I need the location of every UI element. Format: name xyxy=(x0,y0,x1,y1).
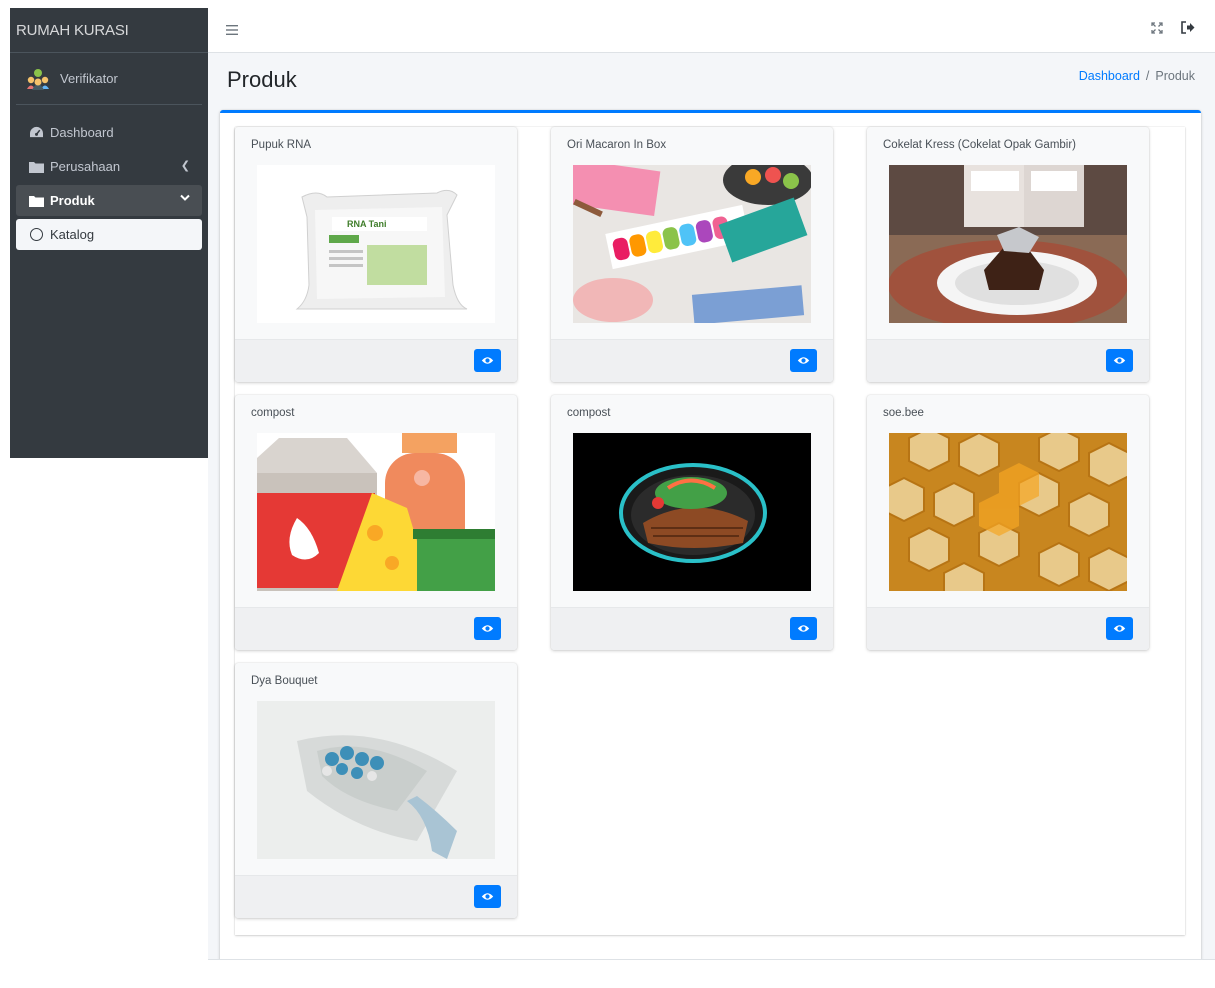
eye-icon xyxy=(481,625,494,632)
product-image-macaron-box xyxy=(573,165,811,323)
product-card: Cokelat Kress (Cokelat Opak Gambir) xyxy=(867,127,1149,382)
sidebar-item-perusahaan[interactable]: Perusahaan ❮ xyxy=(16,151,202,182)
sidebar-nav: Dashboard Perusahaan ❮ Produk Katalog xyxy=(10,117,208,250)
product-card-footer xyxy=(551,607,833,650)
page-title: Produk xyxy=(227,67,297,92)
product-card: Dya Bouquet xyxy=(235,663,517,918)
expand-icon[interactable] xyxy=(1151,22,1163,37)
sidebar-item-dashboard[interactable]: Dashboard xyxy=(16,117,202,148)
breadcrumb-separator: / xyxy=(1145,69,1150,83)
product-card: Pupuk RNA RNA Tani xyxy=(235,127,517,382)
user-name: Verifikator xyxy=(60,71,118,86)
sidebar-item-katalog[interactable]: Katalog xyxy=(16,219,202,250)
product-card: compost xyxy=(551,395,833,650)
brand-name: RUMAH KURASI xyxy=(16,21,129,39)
product-card: Ori Macaron In Box xyxy=(551,127,833,382)
main-sidebar: RUMAH KURASI Verifikator Dashboard Perus… xyxy=(10,8,208,458)
sidebar-item-label: Katalog xyxy=(50,227,95,242)
product-image-chocolate-cake xyxy=(889,165,1127,323)
product-title: Dya Bouquet xyxy=(251,675,318,687)
eye-icon xyxy=(797,357,810,364)
sidebar-item-label: Dashboard xyxy=(50,125,114,140)
product-card-container: Pupuk RNA RNA Tani Ori Macaron In Box Co… xyxy=(220,110,1201,980)
breadcrumb-current: Produk xyxy=(1155,69,1195,83)
view-product-button[interactable] xyxy=(790,617,817,640)
chevron-down-icon xyxy=(180,193,190,205)
product-image-flower-bouquet xyxy=(257,701,495,859)
breadcrumb-dashboard-link[interactable]: Dashboard xyxy=(1079,69,1140,83)
view-product-button[interactable] xyxy=(474,617,501,640)
product-title: compost xyxy=(567,407,611,419)
eye-icon xyxy=(1113,625,1126,632)
view-product-button[interactable] xyxy=(1106,617,1133,640)
sidebar-item-produk[interactable]: Produk xyxy=(16,185,202,216)
chevron-left-icon: ❮ xyxy=(180,160,190,172)
view-product-button[interactable] xyxy=(474,885,501,908)
view-product-button[interactable] xyxy=(790,349,817,372)
product-card-footer xyxy=(867,607,1149,650)
sign-out-icon[interactable] xyxy=(1181,21,1195,37)
svg-text:RNA Tani: RNA Tani xyxy=(347,219,387,229)
product-card-footer xyxy=(867,339,1149,382)
product-image-honeycomb-soap xyxy=(889,433,1127,591)
eye-icon xyxy=(481,357,494,364)
product-title: Pupuk RNA xyxy=(251,139,312,151)
view-product-button[interactable] xyxy=(1106,349,1133,372)
circle-outline-icon xyxy=(28,228,44,242)
product-image-grilled-meat-plate xyxy=(573,433,811,591)
product-title: compost xyxy=(251,407,295,419)
user-panel[interactable]: Verifikator xyxy=(16,53,202,105)
brand-link[interactable]: RUMAH KURASI xyxy=(10,8,208,53)
product-image-fertilizer-sack: RNA Tani xyxy=(257,165,495,323)
top-navbar xyxy=(208,8,1215,53)
view-product-button[interactable] xyxy=(474,349,501,372)
product-grid: Pupuk RNA RNA Tani Ori Macaron In Box Co… xyxy=(235,127,1185,935)
eye-icon xyxy=(481,893,494,900)
content-wrapper: Produk Dashboard / Produk Pupuk RNA RNA Ta… xyxy=(208,53,1215,988)
product-image-dairy-illustration xyxy=(257,433,495,591)
product-title: Cokelat Kress (Cokelat Opak Gambir) xyxy=(883,139,1077,151)
product-card: soe.bee xyxy=(867,395,1149,650)
product-card-footer xyxy=(235,339,517,382)
tachometer-icon xyxy=(28,126,44,140)
folder-icon xyxy=(28,194,44,208)
eye-icon xyxy=(797,625,810,632)
hamburger-icon[interactable] xyxy=(226,22,238,39)
main-footer xyxy=(208,959,1215,988)
product-card-footer xyxy=(235,875,517,918)
product-card-footer xyxy=(235,607,517,650)
sidebar-item-label: Perusahaan xyxy=(50,159,121,174)
product-card: compost xyxy=(235,395,517,650)
user-group-avatar-icon xyxy=(27,68,49,90)
folder-icon xyxy=(28,160,44,174)
breadcrumb: Dashboard / Produk xyxy=(1079,69,1195,83)
sidebar-item-label: Produk xyxy=(50,193,95,208)
eye-icon xyxy=(1113,357,1126,364)
product-card-footer xyxy=(551,339,833,382)
product-title: Ori Macaron In Box xyxy=(567,139,667,151)
product-title: soe.bee xyxy=(883,407,924,419)
